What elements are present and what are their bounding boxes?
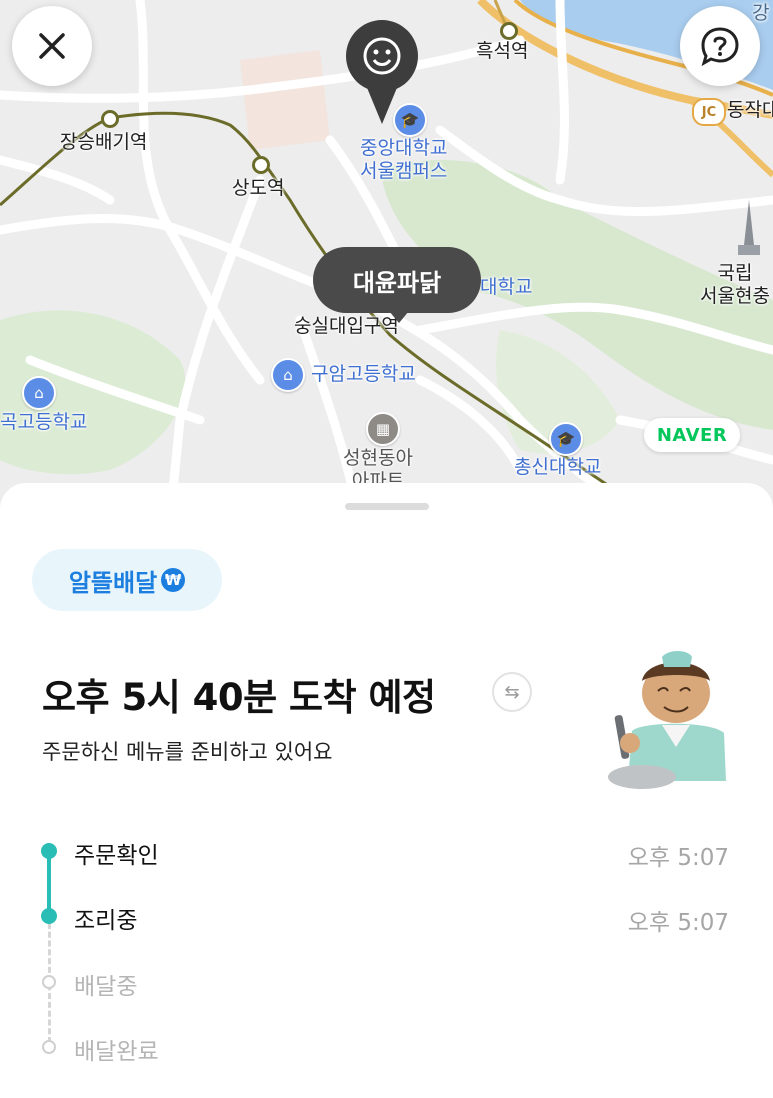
naver-logo: NAVER [644, 418, 740, 452]
map-label-jangseungbaegi-station: 장승배기역 [60, 131, 148, 153]
badge-label: 알뜰배달 [68, 568, 158, 597]
progress-line-done [47, 853, 51, 915]
step-dot-delivering [42, 975, 56, 989]
monument-icon [738, 200, 760, 255]
naver-logo-text: NAVER [656, 424, 728, 446]
station-marker-heukseok [500, 22, 518, 40]
step-dot-order-confirmed [41, 843, 57, 859]
step-time-order-confirmed: 오후 5:07 [627, 845, 729, 871]
help-icon [701, 27, 739, 67]
map-label-high-school-left: 곡고등학교 [0, 411, 88, 433]
map-view[interactable]: 흑석역 장승배기역 상도역 🎓 중앙대학교 서울캠퍼스 대학교 숭실대입구역 ⌂… [0, 0, 773, 520]
step-dot-cooking [41, 908, 57, 924]
map-label-national-cemetery: 국립 서울현충 [700, 262, 770, 307]
step-time-cooking: 오후 5:07 [627, 910, 729, 936]
step-label-order-confirmed: 주문확인 [74, 843, 159, 869]
map-label-sangdo-station: 상도역 [232, 177, 285, 199]
station-marker-sangdo [252, 156, 270, 174]
apartment-icon: ▦ [366, 412, 400, 446]
map-label-soongsil-station: 숭실대입구역 [294, 315, 399, 337]
close-icon [39, 33, 65, 59]
store-name: 대윤파닭 [352, 268, 442, 297]
map-label-soongsil-univ: 대학교 [480, 276, 533, 298]
eta-title: 오후 5시 40분 도착 예정 [42, 676, 436, 719]
status-subtitle: 주문하신 메뉴를 준비하고 있어요 [42, 740, 333, 764]
step-label-delivering: 배달중 [74, 974, 138, 1000]
order-status-sheet: 알뜰배달 ₩ 오후 5시 40분 도착 예정 ⇆ 주문하신 메뉴를 준비하고 있… [0, 483, 773, 1098]
map-label-river: 강 [752, 2, 770, 24]
store-name-bubble[interactable]: 대윤파닭 [313, 247, 481, 313]
jc-badge: JC [692, 98, 726, 126]
swap-time-button[interactable]: ⇆ [492, 672, 532, 712]
step-label-cooking: 조리중 [74, 908, 138, 934]
swap-icon: ⇆ [504, 681, 520, 703]
sheet-drag-handle[interactable] [345, 503, 429, 510]
map-label-dongjak-jc: 동작대 [727, 99, 773, 121]
store-bubble-tail [389, 311, 409, 323]
chef-illustration [608, 651, 726, 789]
station-marker-jangseungbaegi [101, 110, 119, 128]
step-label-delivered: 배달완료 [74, 1039, 159, 1065]
jc-badge-text: JC [701, 104, 717, 120]
help-button[interactable] [680, 6, 760, 86]
budget-delivery-badge: 알뜰배달 ₩ [32, 549, 222, 611]
smiley-icon [363, 37, 401, 75]
school-icon: ⌂ [271, 358, 305, 392]
map-label-chongshin-univ: 총신대학교 [514, 456, 602, 478]
map-label-chungang-univ: 중앙대학교 서울캠퍼스 [360, 137, 448, 182]
university-icon-chongshin: 🎓 [549, 422, 583, 456]
school-icon-left: ⌂ [22, 376, 56, 410]
won-icon: ₩ [161, 568, 186, 592]
close-button[interactable] [12, 6, 92, 86]
step-dot-delivered [42, 1040, 56, 1054]
map-label-heukseok-station: 흑석역 [476, 40, 529, 62]
map-label-guam-high: 구암고등학교 [311, 363, 416, 385]
destination-pin[interactable] [346, 20, 418, 92]
